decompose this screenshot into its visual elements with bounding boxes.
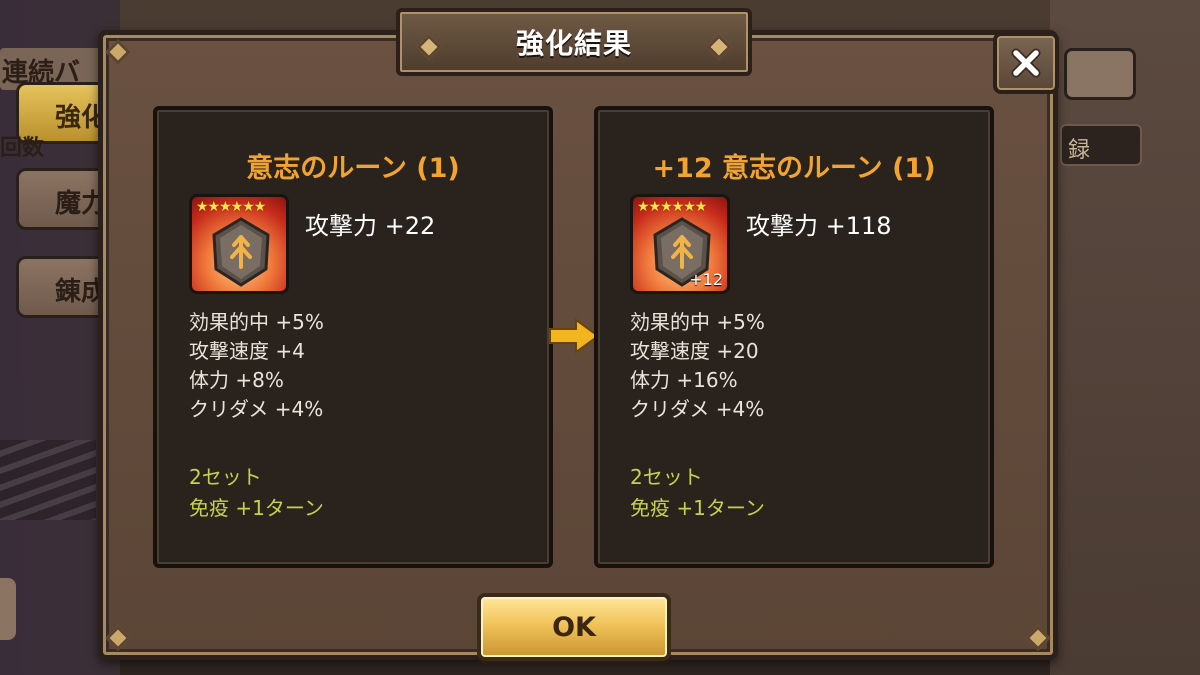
rune-icon: ★★★★★★ +12 — [630, 194, 730, 294]
rune-after-panel: +12 意志のルーン (1) ★★★★★★ +12 攻撃力 +118 効果的中 … — [594, 106, 994, 568]
set-label: 2セット — [630, 465, 703, 489]
rune-icon: ★★★★★★ — [189, 194, 289, 294]
corner-ornament — [105, 39, 131, 65]
sub-stat: 体力 +16% — [630, 368, 738, 392]
dialog-title: 強化結果 — [515, 27, 632, 60]
rune-stars: ★★★★★★ — [196, 199, 266, 215]
background-side-label: 回数 — [0, 136, 45, 161]
rune-stars: ★★★★★★ — [637, 199, 707, 215]
background-right-box: 録 — [1060, 124, 1142, 166]
sub-stats-list: 効果的中 +5% 攻撃速度 +20 体力 +16% クリダメ +4% — [630, 308, 765, 424]
sub-stat: 効果的中 +5% — [630, 310, 765, 334]
sub-stat: クリダメ +4% — [189, 397, 324, 421]
corner-ornament — [1025, 625, 1051, 651]
set-effect: 免疫 +1ターン — [189, 496, 324, 520]
background-right-panel — [1050, 0, 1200, 675]
rune-level-badge: +12 — [689, 270, 723, 289]
sub-stat: 効果的中 +5% — [189, 310, 324, 334]
title-diamond-icon — [706, 34, 732, 60]
rune-name: +12 意志のルーン (1) — [652, 153, 936, 184]
set-info: 2セット 免疫 +1ターン — [189, 462, 324, 524]
main-stat: 攻撃力 +22 — [305, 212, 436, 240]
sub-stat: 攻撃速度 +20 — [630, 339, 759, 363]
title-diamond-icon — [416, 34, 442, 60]
arrow-right-icon — [549, 318, 600, 354]
sub-stat: 攻撃速度 +4 — [189, 339, 305, 363]
sub-stat: 体力 +8% — [189, 368, 284, 392]
rune-before-panel: 意志のルーン (1) ★★★★★★ 攻撃力 +22 効果的中 +5% 攻撃速度 … — [153, 106, 553, 568]
ok-button[interactable]: OK — [477, 593, 671, 661]
rune-symbol-icon — [212, 217, 270, 287]
background-bottom-button — [0, 578, 16, 640]
corner-ornament — [105, 625, 131, 651]
background-right-button — [1064, 48, 1136, 100]
set-info: 2セット 免疫 +1ターン — [630, 462, 765, 524]
main-stat: 攻撃力 +118 — [746, 212, 892, 240]
background-chain-decoration — [0, 440, 96, 520]
dialog-title-bar: 強化結果 — [396, 8, 752, 76]
close-button[interactable] — [993, 32, 1059, 94]
rune-name: 意志のルーン (1) — [246, 153, 460, 184]
close-icon — [1011, 48, 1041, 78]
ok-button-label: OK — [552, 611, 596, 643]
set-effect: 免疫 +1ターン — [630, 496, 765, 520]
sub-stats-list: 効果的中 +5% 攻撃速度 +4 体力 +8% クリダメ +4% — [189, 308, 324, 424]
sub-stat: クリダメ +4% — [630, 397, 765, 421]
set-label: 2セット — [189, 465, 262, 489]
